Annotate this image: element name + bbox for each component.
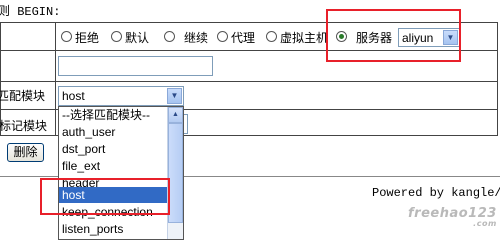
match-module-dropdown[interactable]: --选择匹配模块-- auth_user dst_port file_ext h…: [58, 106, 184, 240]
highlight-box: [326, 9, 461, 62]
mark-module-label: 标记模块: [0, 119, 48, 133]
radio-icon: [164, 31, 175, 42]
radio-icon: [111, 31, 122, 42]
dropdown-option[interactable]: auth_user: [59, 124, 170, 140]
radio-icon: [61, 31, 72, 42]
watermark-logo: freehao123 .com: [408, 206, 497, 228]
dropdown-scrollbar[interactable]: ▲: [167, 107, 183, 239]
row-divider: [0, 81, 498, 82]
radio-proxy-label: 代理: [231, 31, 256, 45]
radio-icon: [266, 31, 277, 42]
radio-reject-label: 拒绝: [75, 31, 100, 45]
radio-icon: [217, 31, 228, 42]
match-module-select[interactable]: host ▼: [58, 86, 184, 106]
dropdown-option[interactable]: --选择匹配模块--: [59, 107, 170, 123]
column-divider: [55, 22, 56, 136]
row-divider: [0, 109, 60, 110]
powered-by-text: Powered by kangle/: [372, 186, 500, 200]
match-module-select-value: host: [62, 89, 85, 103]
scroll-up-icon[interactable]: ▲: [168, 107, 183, 123]
match-module-label: 匹配模块: [0, 89, 46, 103]
radio-continue-label: 继续: [184, 31, 209, 45]
scroll-thumb[interactable]: [168, 123, 183, 223]
text-input[interactable]: [58, 56, 213, 76]
dropdown-option[interactable]: listen_ports: [59, 221, 170, 237]
section-title: 则 BEGIN:: [0, 5, 61, 19]
dropdown-option[interactable]: dst_port: [59, 141, 170, 157]
delete-button[interactable]: 删除: [7, 143, 44, 162]
radio-default-label: 默认: [125, 31, 150, 45]
chevron-down-icon: ▼: [167, 88, 182, 104]
highlight-box: [40, 178, 170, 215]
radio-virtual-host-label: 虚拟主机: [280, 31, 329, 45]
row-divider: [184, 109, 498, 110]
dropdown-option[interactable]: file_ext: [59, 158, 170, 174]
